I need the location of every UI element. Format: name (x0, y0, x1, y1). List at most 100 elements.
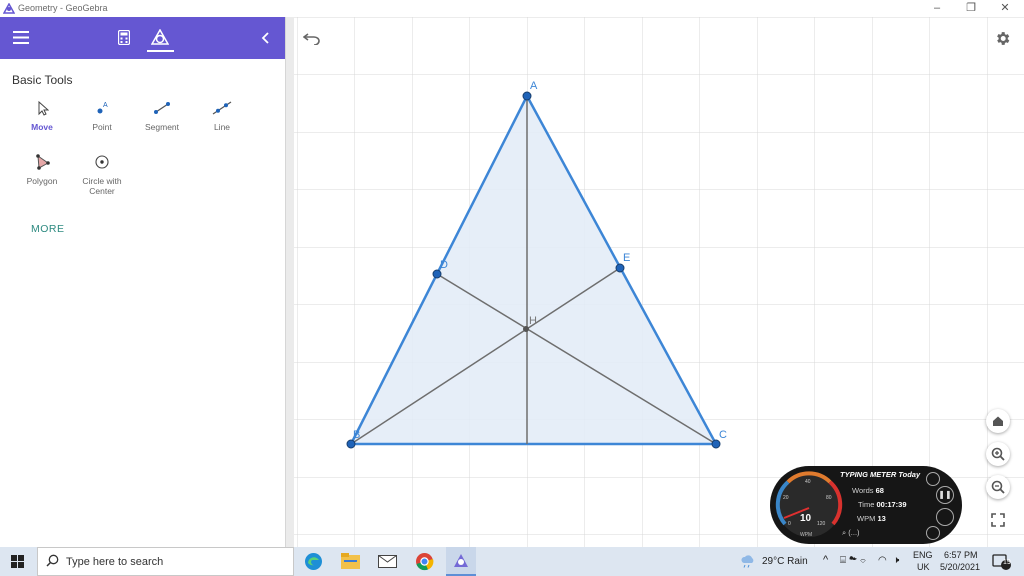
geogebra-icon (452, 552, 470, 575)
point-b[interactable] (346, 439, 356, 449)
label-e: E (623, 252, 630, 264)
meter-pause-button[interactable]: ❚❚ (936, 486, 954, 504)
windows-start-icon[interactable] (11, 555, 24, 573)
home-icon (993, 416, 1003, 426)
panel-toolbar (0, 17, 285, 59)
undo-icon[interactable] (302, 31, 321, 50)
meter-stats-button[interactable] (936, 508, 954, 526)
gauge-tick: 20 (783, 495, 789, 501)
tool-label: Polygon (26, 176, 58, 186)
point-e[interactable] (615, 263, 625, 273)
fullscreen-icon[interactable] (991, 513, 1005, 532)
wpm-row: WPM 13 (857, 514, 886, 523)
tool-label: Circle with (82, 176, 122, 186)
tool-label: Line (213, 122, 231, 132)
tool-label-line2: Center (89, 186, 115, 196)
calculator-icon[interactable] (117, 29, 131, 50)
taskbar-search-box[interactable]: Type here to search (37, 547, 294, 576)
tool-circle-with-center[interactable]: Circle with Center (72, 154, 132, 196)
gauge-tick: 0 (788, 521, 791, 527)
tool-move[interactable]: Move (12, 100, 72, 132)
mail-icon[interactable] (378, 555, 397, 573)
clock-time[interactable]: 6:57 PM (944, 550, 978, 560)
tool-segment[interactable]: Segment (132, 100, 192, 132)
search-icon (46, 554, 59, 572)
time-value: 00:17:39 (876, 500, 907, 509)
basic-tools-heading: Basic Tools (12, 73, 73, 87)
clock-date[interactable]: 5/20/2021 (940, 562, 980, 572)
point-icon: A (72, 100, 132, 122)
volume-icon[interactable]: 🕨 (893, 555, 899, 566)
tool-line[interactable]: Line (192, 100, 252, 132)
window-title: Geometry - GeoGebra (18, 3, 108, 13)
meter-footer: ⌕ (...) (842, 528, 860, 537)
gauge-tick: 80 (826, 495, 832, 501)
words-label: Words (852, 486, 874, 495)
weather-text[interactable]: 29°C Rain (762, 556, 808, 567)
wpm-label: WPM (857, 514, 876, 523)
svg-text:A: A (103, 102, 108, 109)
gauge-tick: 120 (817, 521, 826, 527)
show-hidden-icons-chevron-icon[interactable]: ^ (823, 554, 828, 566)
system-tray-icons[interactable]: ⌸☁⌔ (840, 555, 869, 566)
minimize-button[interactable]: – (920, 0, 954, 17)
move-arrow-icon (12, 100, 72, 122)
wpm-gauge: 10 WPM 0 20 40 80 120 (775, 471, 843, 538)
tool-label: Segment (144, 122, 180, 132)
time-row: Time 00:17:39 (858, 500, 907, 509)
wifi-icon[interactable]: ◠ (878, 555, 887, 566)
gauge-tick: 40 (805, 479, 811, 485)
words-row: Words 68 (852, 486, 884, 495)
time-label: Time (858, 500, 875, 509)
typing-meter-title: TYPING METER Today (840, 470, 921, 479)
more-tools-button[interactable]: MORE (31, 223, 65, 235)
tools-panel: Basic Tools Move A Point Segment Line Po… (0, 17, 285, 547)
zoom-in-button[interactable] (986, 442, 1010, 466)
meter-footer-text: (...) (848, 528, 860, 537)
line-icon (192, 100, 252, 122)
zoom-out-button[interactable] (986, 475, 1010, 499)
label-a: A (530, 80, 538, 92)
zoom-in-icon (991, 447, 1005, 461)
words-value: 68 (875, 486, 884, 495)
windows-taskbar: Type here to search 29°C Rain ^ ⌸☁⌔ ◠ 🕨 … (0, 547, 1024, 576)
point-d[interactable] (432, 269, 442, 279)
close-button[interactable]: ✕ (988, 0, 1022, 17)
label-h: H (529, 315, 537, 327)
menu-icon[interactable] (13, 31, 29, 49)
notification-center-icon[interactable]: 19 (992, 554, 1012, 575)
zoom-out-icon (991, 480, 1005, 494)
search-placeholder: Type here to search (66, 556, 164, 568)
label-c: C (719, 429, 727, 441)
file-explorer-icon[interactable] (341, 553, 360, 574)
collapse-chevron-icon[interactable] (261, 31, 271, 49)
meter-more-button[interactable] (926, 526, 940, 540)
tool-label: Move (31, 122, 53, 132)
geometry-tools-icon[interactable] (150, 28, 170, 51)
point-c[interactable] (711, 439, 721, 449)
typing-meter-widget[interactable]: 10 WPM 0 20 40 80 120 TYPING METER Today… (770, 466, 962, 544)
notification-count: 19 (1003, 559, 1011, 566)
settings-icon[interactable] (994, 30, 1011, 52)
tool-point[interactable]: A Point (72, 100, 132, 132)
meter-minimize-button[interactable] (926, 472, 940, 486)
geogebra-taskbar-button[interactable] (446, 547, 476, 576)
point-a[interactable] (522, 91, 532, 101)
tool-polygon[interactable]: Polygon (12, 154, 72, 186)
region-indicator[interactable]: UK (917, 562, 930, 572)
polygon-icon (12, 154, 72, 176)
label-b: B (353, 429, 360, 441)
restore-button[interactable]: ❐ (954, 0, 988, 17)
circle-icon (72, 154, 132, 176)
language-indicator[interactable]: ENG (913, 550, 933, 560)
panel-resize-handle[interactable] (285, 17, 294, 547)
weather-icon[interactable] (740, 554, 756, 573)
window-titlebar: Geometry - GeoGebra – ❐ ✕ (0, 0, 1024, 17)
chrome-icon[interactable] (415, 552, 434, 576)
wpm-value: 13 (877, 514, 886, 523)
active-tab-indicator (147, 50, 174, 52)
label-d: D (440, 259, 448, 271)
edge-icon[interactable] (304, 552, 323, 576)
gauge-value: 10 (800, 513, 812, 524)
home-button[interactable] (986, 409, 1010, 433)
